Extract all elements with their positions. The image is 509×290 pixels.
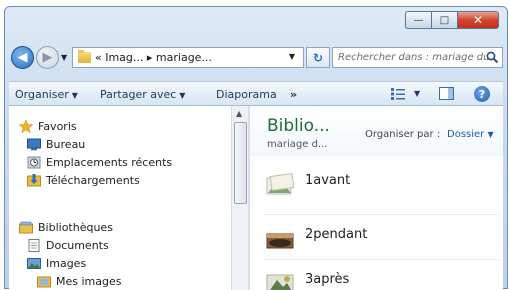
row-separator [263,214,499,215]
command-bar: Organiser ▼ Partager avec ▼ Diaporama » ▼ … [9,81,503,106]
close-button[interactable]: ✕ [457,11,499,29]
view-options-icon[interactable] [391,88,405,100]
help-icon[interactable]: ? [474,86,490,102]
nav-item-recent-places[interactable]: Emplacements récents [27,156,172,169]
folder-name: 1avant [305,173,351,188]
star-icon [19,120,33,133]
address-dropdown-icon[interactable]: ▼ [289,52,295,61]
search-icon[interactable] [486,51,499,64]
arrange-by-label: Organiser par : [365,129,441,140]
downloads-folder-icon [27,174,41,187]
scroll-up-icon[interactable]: ▲ [236,109,242,118]
nav-libraries[interactable]: Bibliothèques [19,221,113,234]
folder-icon [78,50,91,63]
scrollbar-thumb[interactable] [234,122,247,204]
address-bar[interactable]: « Imag... ▸ mariage... ▼ [72,47,304,68]
back-button[interactable]: ◀ [11,46,34,69]
preview-pane-icon[interactable] [439,87,454,100]
search-placeholder[interactable]: Rechercher dans : mariage du... [333,52,488,63]
navigation-pane: Favoris Bureau Emplacements récents Télé… [9,106,231,290]
view-dropdown-icon[interactable]: ▼ [414,89,420,98]
library-header: Biblio... mariage d... Organiser par : D… [250,106,503,156]
libraries-icon [19,221,33,234]
caption-buttons: — □ ✕ [405,11,499,29]
my-pictures-folder-icon [37,276,51,288]
recent-places-icon [27,156,41,169]
row-separator [263,259,499,260]
nav-favorites[interactable]: Favoris [19,120,77,133]
slideshow-button[interactable]: Diaporama [216,88,277,101]
nav-item-label: Bureau [46,138,86,151]
chevron-down-icon: ▼ [179,91,186,100]
folder-thumbnail-icon [266,233,294,249]
folder-thumbnail-icon [266,274,294,290]
refresh-button[interactable]: ↻ [306,47,330,68]
folder-item[interactable]: 2pendant [263,218,503,258]
breadcrumb[interactable]: « Imag... ▸ mariage... [95,51,212,64]
folder-item[interactable]: 1avant [263,164,503,204]
arrange-by-dropdown[interactable]: Dossier ▼ [447,129,494,140]
nav-item-label: Emplacements récents [46,156,173,169]
nav-libraries-label: Bibliothèques [38,221,113,234]
forward-button[interactable]: ▶ [36,46,59,69]
share-label: Partager avec [100,88,177,101]
address-row: ◀ ▶ ▼ « Imag... ▸ mariage... ▼ ↻ Recherc… [9,45,503,73]
nav-item-images[interactable]: Images [27,257,86,270]
nav-favorites-label: Favoris [38,120,77,133]
chevron-down-icon: ▼ [71,91,78,100]
nav-item-label: Images [46,257,87,270]
nav-item-downloads[interactable]: Téléchargements [27,174,140,187]
maximize-button[interactable]: □ [431,11,457,29]
organize-label: Organiser [15,88,69,101]
minimize-button[interactable]: — [405,11,431,29]
share-menu[interactable]: Partager avec ▼ [100,88,185,101]
nav-item-label: Mes images [56,275,122,288]
explorer-window: — □ ✕ ◀ ▶ ▼ « Imag... ▸ mariage... ▼ ↻ R… [4,6,508,290]
search-input[interactable]: Rechercher dans : mariage du... [332,47,503,68]
organize-menu[interactable]: Organiser ▼ [15,88,78,101]
chevron-down-icon: ▼ [487,130,494,139]
library-title: Biblio... [267,116,330,136]
nav-item-label: Téléchargements [46,174,140,187]
recent-pages-dropdown-icon[interactable]: ▼ [61,53,67,62]
more-commands-button[interactable]: » [290,88,297,101]
nav-scrollbar[interactable]: ▲ [231,106,249,290]
pictures-icon [27,258,41,269]
folder-name: 2pendant [305,227,368,242]
nav-item-documents[interactable]: Documents [27,239,109,252]
arrange-by-value: Dossier [447,129,485,140]
nav-item-label: Documents [46,239,109,252]
library-subtitle[interactable]: mariage d... [267,139,327,150]
folder-thumbnail-icon [266,172,295,195]
documents-icon [28,239,40,252]
folder-item[interactable]: 3après [263,263,503,290]
nav-item-bureau[interactable]: Bureau [27,138,85,151]
content-pane: Biblio... mariage d... Organiser par : D… [250,106,503,290]
nav-item-my-pictures[interactable]: Mes images [37,275,121,288]
folder-name: 3après [305,272,350,287]
desktop-icon [27,138,41,151]
